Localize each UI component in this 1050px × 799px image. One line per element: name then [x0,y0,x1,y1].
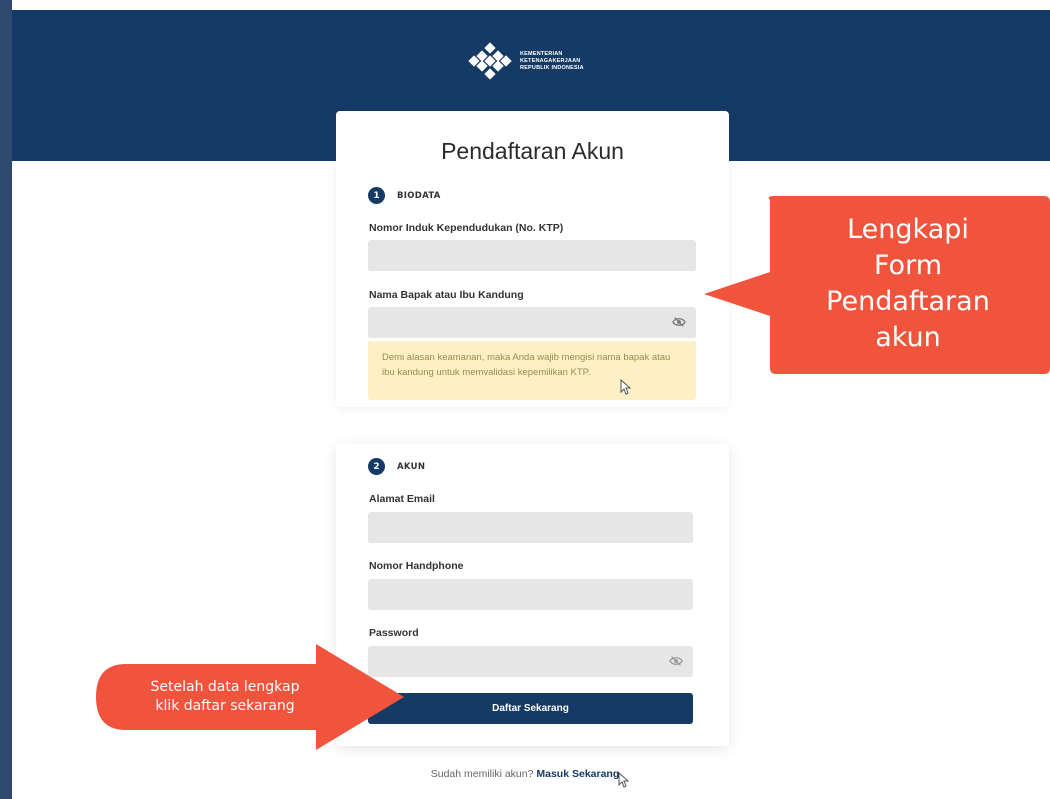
section-account-header: 2 AKUN [368,458,425,475]
password-input[interactable] [368,646,693,677]
mouse-pointer-icon [620,379,632,395]
registration-card-biodata: Pendaftaran Akun 1 BIODATA Nomor Induk K… [336,111,729,407]
callout-line: klik daftar sekarang [155,698,295,714]
submit-button[interactable]: Daftar Sekarang [368,693,693,724]
callout-line: Lengkapi [847,214,969,245]
phone-input[interactable] [368,579,693,610]
section-biodata-header: 1 BIODATA [368,187,441,204]
callout-line: Form [873,250,942,281]
login-prompt-text: Sudah memiliki akun? [430,768,534,780]
email-label: Alamat Email [369,493,435,505]
eye-off-icon[interactable] [672,315,686,329]
password-label: Password [369,627,419,639]
frame-left-border [0,0,12,799]
logo-line-2: KETENAGAKERJAAN [520,57,581,64]
phone-label: Nomor Handphone [369,560,464,572]
callout-line: akun [875,322,941,353]
annotation-callout-top-text: Lengkapi Form Pendaftaran akun [770,212,1046,356]
section-label: AKUN [397,461,426,472]
parent-name-input[interactable] [368,307,696,338]
mouse-pointer-icon [618,772,630,788]
logo-line-1: KEMENTERIAN [520,50,563,57]
logo-line-3: REPUBLIK INDONESIA [520,64,584,71]
kemnaker-logo-icon [468,42,512,80]
email-input[interactable] [368,512,693,543]
callout-line: Pendaftaran [826,286,990,317]
callout-line: Setelah data lengkap [150,679,300,695]
ktp-input[interactable] [368,240,696,271]
login-link[interactable]: Masuk Sekarang [536,768,619,780]
header-logo[interactable]: KEMENTERIAN KETENAGAKERJAAN REPUBLIK IND… [468,42,584,80]
logo-text: KEMENTERIAN KETENAGAKERJAAN REPUBLIK IND… [520,51,584,72]
annotation-callout-bottom-text: Setelah data lengkap klik daftar sekaran… [100,678,350,716]
login-prompt: Sudah memiliki akun? Masuk Sekarang [0,768,1050,780]
step-number-badge: 1 [368,187,385,204]
section-label: BIODATA [397,190,441,201]
security-notice: Demi alasan keamanan, maka Anda wajib me… [368,341,696,400]
step-number-badge: 2 [368,458,385,475]
parent-name-label: Nama Bapak atau Ibu Kandung [369,289,524,301]
frame-top [0,0,1050,10]
page-title: Pendaftaran Akun [441,138,624,164]
ktp-label: Nomor Induk Kependudukan (No. KTP) [369,222,564,234]
eye-off-icon[interactable] [669,654,683,668]
